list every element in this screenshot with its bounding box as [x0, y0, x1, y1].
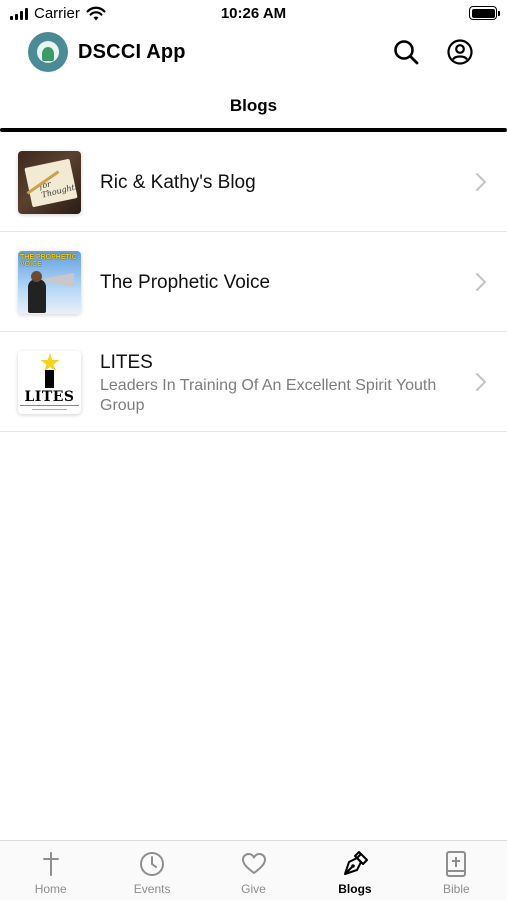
chevron-right-icon — [476, 373, 486, 391]
status-time: 10:26 AM — [220, 5, 287, 22]
blog-subtitle: Leaders In Training Of An Excellent Spir… — [100, 377, 437, 414]
blog-thumbnail: for Thoughts — [18, 151, 81, 214]
tab-label: Events — [133, 882, 171, 896]
chevron-right-icon — [476, 173, 486, 191]
page-title: Blogs — [229, 96, 278, 115]
blog-row-ric-kathy[interactable]: for Thoughts Ric & Kathy's Blog — [0, 132, 507, 232]
blog-thumbnail: THE PROPHETIC VOICE — [18, 251, 81, 314]
tab-label: Blogs — [338, 882, 372, 896]
tab-blogs[interactable]: Blogs — [304, 841, 405, 900]
heart-icon — [240, 850, 268, 878]
bible-icon — [442, 850, 470, 878]
blog-thumbnail: LITES — [18, 351, 81, 414]
app-logo — [28, 32, 68, 72]
blog-row-lites[interactable]: LITES LITES Leaders In Training Of An Ex… — [0, 332, 507, 432]
tab-events[interactable]: Events — [101, 841, 202, 900]
bottom-tab-bar: Home Events Give Blogs Bible — [0, 840, 507, 900]
thumbnail-text: LITES — [24, 389, 75, 405]
blog-row-prophetic-voice[interactable]: THE PROPHETIC VOICE The Prophetic Voice — [0, 232, 507, 332]
blog-title: Ric & Kathy's Blog — [100, 172, 256, 193]
tab-label: Give — [241, 882, 266, 896]
battery-icon — [469, 6, 500, 20]
app-title: DSCCI App — [78, 41, 186, 63]
thumbnail-text: THE PROPHETIC VOICE — [20, 254, 77, 268]
account-circle-icon — [447, 39, 473, 65]
blog-title: The Prophetic Voice — [100, 272, 271, 293]
blog-list: for Thoughts Ric & Kathy's Blog THE PROP… — [0, 132, 507, 432]
chevron-right-icon — [476, 273, 486, 291]
pen-nib-icon — [341, 850, 369, 878]
search-icon — [394, 40, 419, 65]
status-bar: Carrier 10:26 AM — [0, 0, 507, 28]
tab-give[interactable]: Give — [203, 841, 304, 900]
account-button[interactable] — [446, 38, 474, 66]
tab-label: Home — [34, 882, 67, 896]
blog-title: LITES — [100, 352, 153, 373]
search-button[interactable] — [392, 38, 420, 66]
clock-icon — [138, 850, 166, 878]
tab-bible[interactable]: Bible — [406, 841, 507, 900]
app-header: DSCCI App — [0, 30, 507, 74]
tab-label: Bible — [442, 882, 470, 896]
cross-icon — [37, 850, 65, 878]
tab-home[interactable]: Home — [0, 841, 101, 900]
